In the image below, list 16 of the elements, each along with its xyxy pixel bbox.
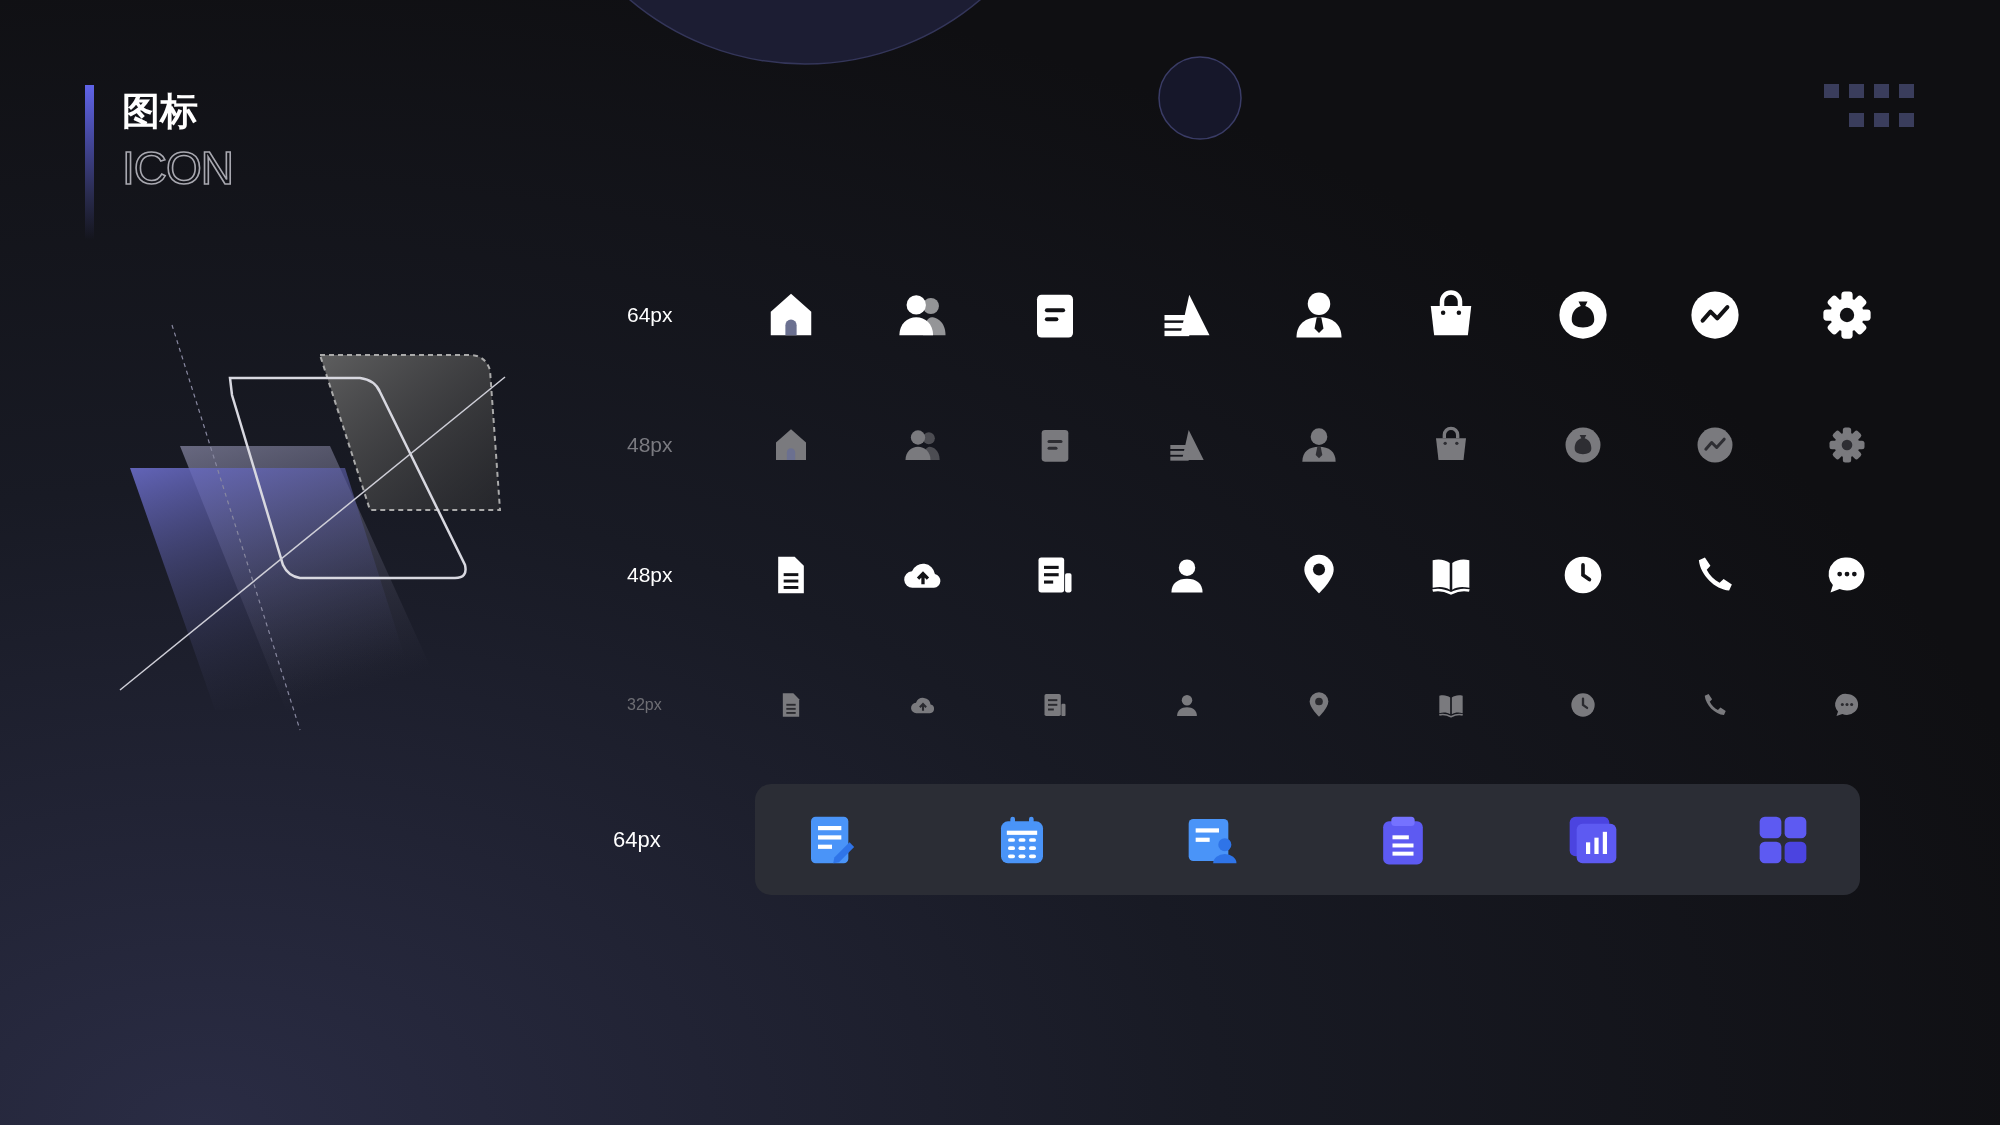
chat-bubble-icon: [1833, 691, 1861, 719]
size-label: 48px: [627, 563, 674, 587]
clock-icon: [1569, 691, 1597, 719]
section-subtitle: ICON: [122, 140, 233, 195]
money-bag-icon: [1563, 425, 1603, 465]
size-label: 32px: [627, 696, 663, 714]
section-title: 图标: [122, 91, 199, 133]
trend-icon: [1688, 288, 1742, 342]
size-label: 48px: [627, 433, 674, 457]
size-label: 64px: [613, 826, 662, 853]
size-label: 64px: [627, 303, 674, 327]
money-bag-icon: [1556, 288, 1610, 342]
settings-icon: [1827, 425, 1867, 465]
trend-icon: [1695, 425, 1735, 465]
person-tie-icon: [1299, 425, 1339, 465]
settings-icon: [1820, 288, 1874, 342]
